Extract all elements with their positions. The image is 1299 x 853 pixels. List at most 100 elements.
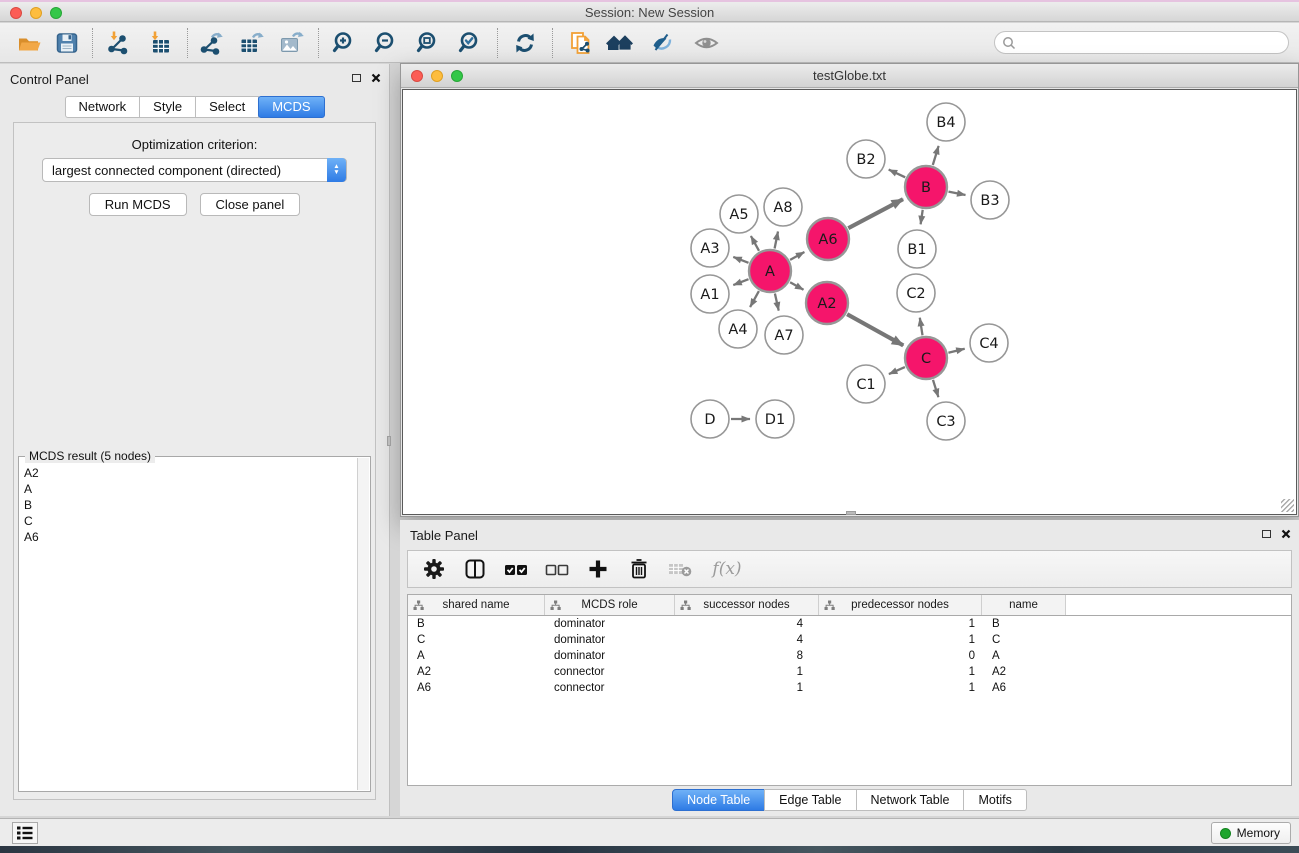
vertical-scroll-nub[interactable] [387, 436, 391, 446]
column-header-name[interactable]: name [982, 595, 1066, 615]
node-D[interactable]: D [691, 400, 729, 438]
houses-icon[interactable] [605, 28, 635, 58]
table-row[interactable]: A6connector11A6 [408, 680, 1291, 696]
table-row[interactable]: A2connector11A2 [408, 664, 1291, 680]
edge-B-B1[interactable] [921, 210, 923, 225]
tab-edge-table[interactable]: Edge Table [764, 789, 856, 811]
network-window-titlebar[interactable]: testGlobe.txt [401, 64, 1298, 88]
eye-icon[interactable] [691, 28, 721, 58]
edge-A-A5[interactable] [751, 236, 759, 251]
column-header-MCDS-role[interactable]: MCDS role [545, 595, 675, 615]
eye-slash-icon[interactable] [647, 28, 677, 58]
edge-B-B3[interactable] [949, 192, 966, 195]
open-session-icon[interactable] [14, 28, 44, 58]
edge-C-C1[interactable] [889, 367, 905, 374]
edge-A-A1[interactable] [733, 279, 748, 285]
result-item[interactable]: A2 [21, 465, 356, 481]
node-C2[interactable]: C2 [897, 274, 935, 312]
node-B[interactable]: B [905, 166, 947, 208]
export-image-icon[interactable] [276, 28, 306, 58]
new-network-from-selection-icon[interactable] [567, 28, 597, 58]
node-C[interactable]: C [905, 337, 947, 379]
result-item[interactable]: A6 [21, 529, 356, 545]
edge-A-A4[interactable] [750, 291, 759, 307]
select-all-rows-icon[interactable] [503, 556, 529, 582]
edge-A6-B[interactable] [848, 199, 903, 228]
float-panel-icon[interactable] [352, 74, 361, 82]
node-C3[interactable]: C3 [927, 402, 965, 440]
save-session-icon[interactable] [52, 28, 82, 58]
node-A6[interactable]: A6 [807, 218, 849, 260]
import-network-icon[interactable] [103, 28, 133, 58]
zoom-fit-icon[interactable] [413, 28, 443, 58]
node-A4[interactable]: A4 [719, 310, 757, 348]
delete-table-icon[interactable] [667, 556, 693, 582]
close-table-panel-icon[interactable] [1281, 529, 1291, 539]
toggle-columns-icon[interactable] [462, 556, 488, 582]
result-item[interactable]: C [21, 513, 356, 529]
edge-B-B2[interactable] [889, 170, 906, 178]
node-A1[interactable]: A1 [691, 275, 729, 313]
result-item[interactable]: B [21, 497, 356, 513]
delete-rows-icon[interactable] [626, 556, 652, 582]
node-B4[interactable]: B4 [927, 103, 965, 141]
edge-C-C2[interactable] [920, 318, 923, 336]
close-panel-button[interactable]: Close panel [200, 193, 301, 216]
memory-button[interactable]: Memory [1211, 822, 1291, 844]
table-settings-gear-icon[interactable] [421, 556, 447, 582]
tab-network-table[interactable]: Network Table [856, 789, 965, 811]
edge-A-A3[interactable] [733, 257, 748, 263]
zoom-out-icon[interactable] [371, 28, 401, 58]
tab-network[interactable]: Network [64, 96, 140, 118]
edge-A2-C[interactable] [847, 314, 903, 345]
horizontal-scroll-nub[interactable] [846, 511, 856, 515]
dropdown-stepper-icon[interactable]: ▲▼ [327, 158, 346, 182]
zoom-selected-icon[interactable] [455, 28, 485, 58]
edge-A-A7[interactable] [775, 294, 779, 311]
node-A3[interactable]: A3 [691, 229, 729, 267]
result-item[interactable]: A [21, 481, 356, 497]
node-A[interactable]: A [749, 250, 791, 292]
node-C4[interactable]: C4 [970, 324, 1008, 362]
refresh-view-icon[interactable] [510, 28, 540, 58]
column-header-predecessor-nodes[interactable]: predecessor nodes [819, 595, 982, 615]
node-A5[interactable]: A5 [720, 195, 758, 233]
tab-motifs[interactable]: Motifs [963, 789, 1026, 811]
edge-B-B4[interactable] [933, 146, 939, 165]
function-builder-icon[interactable]: f(x) [708, 556, 746, 582]
edge-A-A6[interactable] [790, 252, 804, 260]
column-header-successor-nodes[interactable]: successor nodes [675, 595, 819, 615]
column-header-shared-name[interactable]: shared name [408, 595, 545, 615]
edge-A-A8[interactable] [775, 232, 778, 249]
node-B1[interactable]: B1 [898, 230, 936, 268]
tab-select[interactable]: Select [195, 96, 259, 118]
float-table-panel-icon[interactable] [1262, 530, 1271, 538]
result-scrollbar[interactable] [357, 458, 369, 790]
table-row[interactable]: Cdominator41C [408, 632, 1291, 648]
node-A7[interactable]: A7 [765, 316, 803, 354]
window-resize-grip[interactable] [1281, 499, 1294, 512]
network-graph[interactable]: B4B2BB3A5A8A6A3B1AA1C2A2A4A7CC4C1C3DD1 [403, 90, 1298, 517]
network-canvas[interactable]: B4B2BB3A5A8A6A3B1AA1C2A2A4A7CC4C1C3DD1 [402, 89, 1297, 515]
edge-A-A2[interactable] [790, 282, 803, 290]
deselect-all-rows-icon[interactable] [544, 556, 570, 582]
node-D1[interactable]: D1 [756, 400, 794, 438]
export-table-icon[interactable] [236, 28, 266, 58]
tab-style[interactable]: Style [139, 96, 196, 118]
edge-C-C4[interactable] [948, 349, 964, 353]
search-field[interactable] [994, 31, 1289, 54]
edge-C-C3[interactable] [933, 380, 938, 397]
search-input[interactable] [1019, 33, 1280, 52]
task-history-button[interactable] [12, 822, 38, 844]
node-A2[interactable]: A2 [806, 282, 848, 324]
tab-mcds[interactable]: MCDS [258, 96, 324, 118]
import-table-icon[interactable] [145, 28, 175, 58]
run-mcds-button[interactable]: Run MCDS [89, 193, 187, 216]
node-B2[interactable]: B2 [847, 140, 885, 178]
zoom-in-icon[interactable] [329, 28, 359, 58]
criterion-dropdown[interactable]: largest connected component (directed) ▲… [42, 158, 347, 182]
close-panel-icon[interactable] [371, 73, 381, 83]
node-B3[interactable]: B3 [971, 181, 1009, 219]
add-row-icon[interactable] [585, 556, 611, 582]
node-C1[interactable]: C1 [847, 365, 885, 403]
